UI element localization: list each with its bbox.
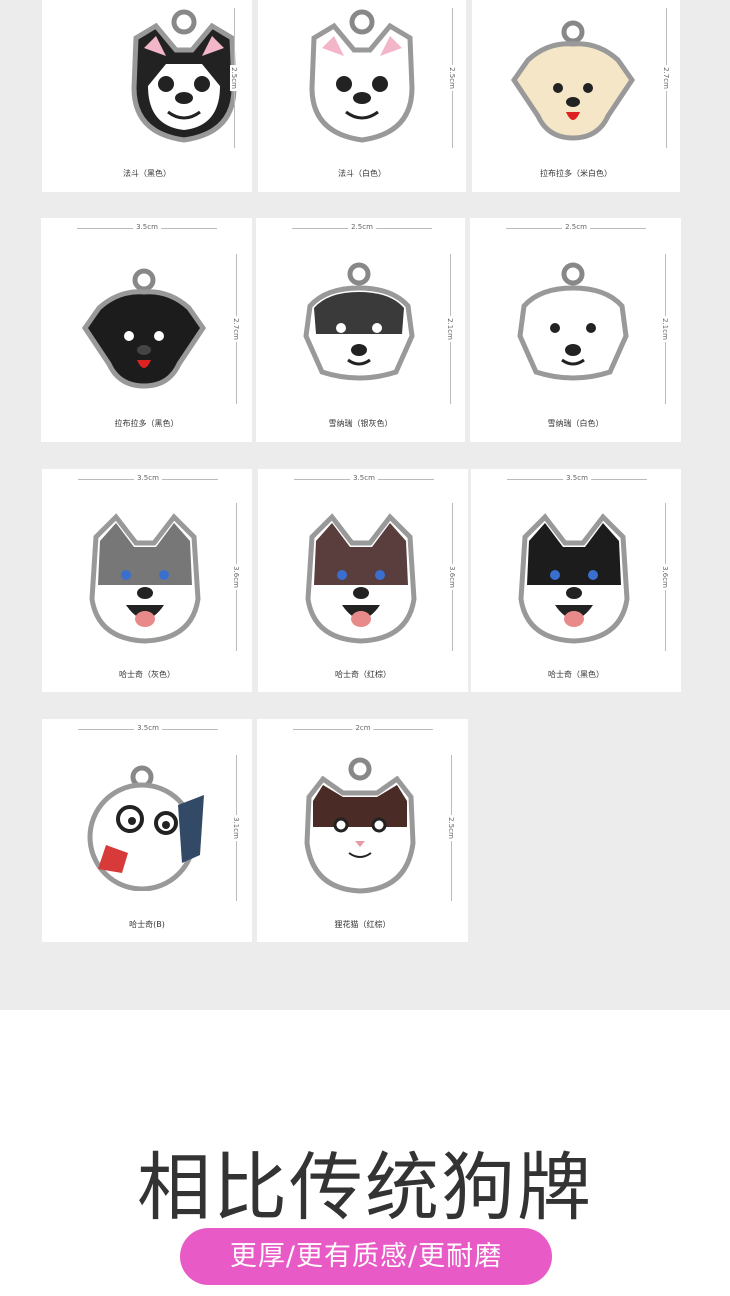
width-dimension: 2.5cm — [292, 223, 432, 232]
product-card[interactable]: 3.5cm 3.1cm 哈士奇(B) — [42, 719, 252, 942]
width-dimension-text: 3.5cm — [134, 724, 162, 732]
card-label: 哈士奇（黑色） — [548, 670, 604, 679]
husky-b-tag-icon — [87, 765, 204, 891]
height-dimension-text: 3.1cm — [232, 815, 240, 841]
product-card[interactable]: 3.5cm 3.6cm 哈士奇（灰色） — [42, 469, 252, 692]
product-card[interactable]: 2.5cm 法斗（白色） — [258, 0, 466, 192]
height-dimension: 3.6cm — [232, 503, 240, 651]
height-dimension: 2.5cm — [448, 8, 456, 148]
husky-brown-tag-icon — [305, 513, 417, 644]
husky-black-tag-icon — [518, 513, 630, 644]
height-dimension-text: 2.5cm — [230, 65, 238, 91]
width-dimension: 3.5cm — [78, 474, 218, 483]
width-dimension-text: 2.5cm — [348, 223, 376, 231]
width-dimension-text: 3.5cm — [563, 474, 591, 482]
height-dimension-text: 2.7cm — [662, 65, 670, 91]
schnauzer-silver-tag-icon — [303, 262, 415, 381]
height-dimension-text: 2.1cm — [661, 316, 669, 342]
card-label: 雪纳瑞（银灰色） — [328, 419, 393, 428]
schnauzer-white-tag-icon — [517, 262, 629, 381]
card-label: 狸花猫（红棕） — [334, 920, 391, 929]
width-dimension: 3.5cm — [78, 724, 218, 733]
height-dimension: 2.5cm — [230, 8, 238, 148]
width-dimension: 2.5cm — [506, 223, 646, 232]
height-dimension-text: 3.6cm — [448, 564, 456, 590]
product-card[interactable]: 2.5cm 2.1cm 雪纳瑞（银灰色） — [256, 218, 465, 442]
height-dimension: 2.1cm — [661, 254, 669, 404]
height-dimension: 3.6cm — [448, 503, 456, 651]
product-card[interactable]: 3.5cm 3.6cm 哈士奇（红棕） — [258, 469, 468, 692]
product-card[interactable]: 3.5cm 3.6cm 哈士奇（黑色） — [471, 469, 681, 692]
labrador-black-tag-icon — [81, 268, 207, 389]
height-dimension: 2.5cm — [447, 755, 455, 901]
width-dimension-text: 3.5cm — [134, 474, 162, 482]
height-dimension: 3.6cm — [661, 503, 669, 651]
height-dimension: 2.1cm — [446, 254, 454, 404]
height-dimension-text: 2.1cm — [446, 316, 454, 342]
height-dimension-text: 2.5cm — [447, 815, 455, 841]
card-label: 哈士奇（红棕） — [335, 670, 391, 679]
height-dimension: 3.1cm — [232, 755, 240, 901]
french-bulldog-white-tag-icon — [309, 9, 415, 143]
width-dimension-text: 3.5cm — [133, 223, 161, 231]
width-dimension-text: 3.5cm — [350, 474, 378, 482]
husky-grey-tag-icon — [89, 513, 201, 644]
card-label: 法斗（黑色） — [123, 169, 171, 178]
width-dimension-text: 2cm — [352, 724, 374, 732]
product-card[interactable]: 2cm 2.5cm 狸花猫（红棕） — [257, 719, 468, 942]
feature-pill: 更厚/更有质感/更耐磨 — [180, 1228, 552, 1285]
card-label: 哈士奇（灰色） — [119, 670, 175, 679]
product-card[interactable]: 2.5cm 2.1cm 雪纳瑞（白色） — [470, 218, 681, 442]
height-dimension-text: 3.6cm — [661, 564, 669, 590]
height-dimension: 2.7cm — [662, 8, 670, 148]
card-label: 拉布拉多（米白色） — [540, 169, 612, 178]
width-dimension: 3.5cm — [507, 474, 647, 483]
width-dimension: 2cm — [293, 724, 433, 733]
product-card[interactable]: 2.7cm 拉布拉多（米白色） — [472, 0, 680, 192]
width-dimension: 3.5cm — [294, 474, 434, 483]
tabby-cat-tag-icon — [304, 757, 416, 894]
width-dimension-text: 2.5cm — [562, 223, 590, 231]
height-dimension-text: 2.7cm — [232, 316, 240, 342]
card-label: 雪纳瑞（白色） — [547, 419, 604, 428]
product-card[interactable]: 2.5cm 法斗（黑色） — [42, 0, 252, 192]
headline: 相比传统狗牌 — [137, 1145, 593, 1231]
width-dimension: 3.5cm — [77, 223, 217, 232]
product-gallery: 2.5cm 法斗（黑色） 2.5cm 法斗（白色） 2.7cm 拉布拉多（米白色 — [0, 0, 730, 1010]
height-dimension: 2.7cm — [232, 254, 240, 404]
card-label: 拉布拉多（黑色） — [114, 419, 179, 428]
card-label: 法斗（白色） — [338, 169, 386, 178]
height-dimension-text: 3.6cm — [232, 564, 240, 590]
labrador-cream-tag-icon — [510, 20, 636, 141]
card-label: 哈士奇(B) — [129, 920, 165, 929]
product-card[interactable]: 3.5cm 2.7cm 拉布拉多（黑色） — [41, 218, 252, 442]
height-dimension-text: 2.5cm — [448, 65, 456, 91]
